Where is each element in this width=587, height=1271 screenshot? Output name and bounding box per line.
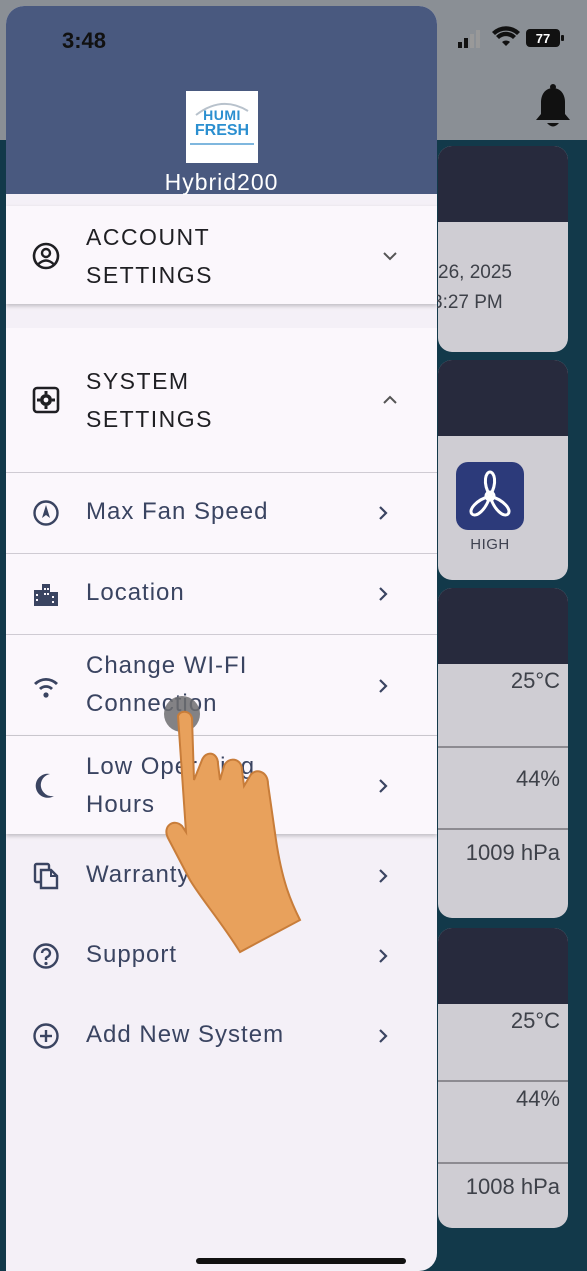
- logo-text-line2: FRESH: [194, 122, 250, 139]
- account-settings-section[interactable]: ACCOUNT SETTINGS: [6, 206, 437, 304]
- menu-item-change-wifi[interactable]: Change WI-FI Connection: [6, 635, 437, 735]
- speedometer-icon: [33, 500, 59, 526]
- chevron-right-icon: [379, 779, 388, 793]
- menu-item-label: Low Operating Hours: [86, 753, 256, 818]
- menu-item-label: Max Fan Speed: [86, 498, 269, 525]
- reading-temperature: 25°C: [510, 1008, 560, 1033]
- drawer-header: 3:48 HUMI FRESH Hybrid200: [6, 6, 437, 195]
- system-settings-section[interactable]: SYSTEM SETTINGS: [6, 328, 437, 472]
- copy-document-icon: [33, 862, 59, 890]
- background-readings-card-2: 25°C 44% 1008 hPa: [438, 928, 568, 1228]
- menu-item-label: Change WI-FI Connection: [86, 652, 248, 717]
- reading-humidity: 44%: [438, 746, 568, 828]
- chevron-right-icon: [379, 679, 388, 693]
- humifresh-logo: HUMI FRESH: [186, 91, 258, 163]
- help-circle-icon: [33, 943, 59, 969]
- status-icons: 77: [458, 26, 564, 48]
- wifi-icon: [34, 678, 58, 698]
- chevron-right-icon: [379, 949, 388, 963]
- fan-icon: [469, 470, 511, 517]
- notification-bell-icon[interactable]: [532, 84, 574, 130]
- account-circle-icon: [32, 242, 60, 270]
- signal-icon: [458, 30, 480, 48]
- menu-item-low-operating-hours[interactable]: Low Operating Hours: [6, 736, 437, 834]
- background-readings-card-1: 25°C 44% 1009 hPa: [438, 588, 568, 918]
- reading-pressure: 1008 hPa: [438, 1162, 568, 1228]
- menu-item-label: Add New System: [86, 1021, 285, 1048]
- reading-humidity: 44%: [438, 1080, 568, 1162]
- menu-item-label: Location: [86, 579, 185, 606]
- menu-item-label: Warranty: [86, 861, 191, 888]
- background-time: 3:27 PM: [432, 292, 503, 313]
- settings-box-icon: [32, 386, 60, 414]
- device-name: Hybrid200: [164, 169, 279, 195]
- menu-item-add-new-system[interactable]: Add New System: [6, 996, 437, 1076]
- wifi-status-icon: [492, 26, 520, 46]
- menu-item-label: Support: [86, 941, 178, 968]
- add-circle-icon: [33, 1023, 59, 1049]
- navigation-drawer: 3:48 HUMI FRESH Hybrid200 ACCOUNT SETTIN…: [6, 6, 437, 1271]
- chevron-right-icon: [379, 869, 388, 883]
- chevron-up-icon: [383, 395, 397, 404]
- fan-mode-tile[interactable]: [456, 462, 524, 530]
- logo-text-line1: HUMI: [203, 107, 241, 123]
- menu-item-support[interactable]: Support: [6, 916, 437, 996]
- chevron-down-icon: [383, 252, 397, 261]
- status-time: 3:48: [62, 28, 107, 53]
- account-settings-title: ACCOUNT SETTINGS: [86, 224, 214, 288]
- battery-level: 77: [536, 31, 550, 46]
- chevron-right-icon: [379, 506, 388, 520]
- reading-pressure: 1009 hPa: [438, 828, 568, 914]
- menu-item-max-fan-speed[interactable]: Max Fan Speed: [6, 473, 437, 553]
- chevron-right-icon: [379, 1029, 388, 1043]
- background-date-card: [438, 146, 568, 352]
- city-icon: [34, 584, 58, 606]
- home-indicator[interactable]: [196, 1258, 406, 1264]
- background-date: 26, 2025: [438, 262, 512, 283]
- moon-icon: [35, 773, 54, 798]
- system-settings-title: SYSTEM SETTINGS: [86, 368, 214, 432]
- menu-item-location[interactable]: Location: [6, 554, 437, 634]
- fan-mode-label: HIGH: [470, 536, 510, 553]
- reading-temperature: 25°C: [510, 668, 560, 693]
- chevron-right-icon: [379, 587, 388, 601]
- menu-item-warranty[interactable]: Warranty: [6, 836, 437, 916]
